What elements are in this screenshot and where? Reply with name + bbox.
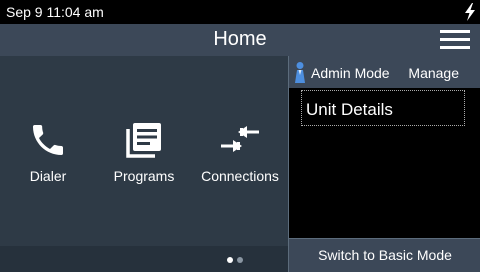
page-dot-active[interactable] [227,257,233,263]
connections-arrows-icon [221,126,259,152]
unit-details-item[interactable]: Unit Details [301,90,465,126]
switch-to-basic-mode-label: Switch to Basic Mode [318,247,452,263]
unit-details-label: Unit Details [306,100,393,119]
page-dot-inactive[interactable] [237,257,243,263]
admin-mode-panel: Admin Mode Manage Unit Details Switch to… [288,56,480,272]
connections-button[interactable]: Connections [195,120,285,184]
connections-label: Connections [201,168,279,184]
admin-mode-label: Admin Mode [311,65,390,81]
phone-icon [33,125,63,155]
admin-user-icon [295,62,305,83]
dialer-label: Dialer [29,168,67,184]
hamburger-menu-icon[interactable] [440,30,470,50]
header-bar: Home [0,24,480,56]
page-title: Home [213,28,267,50]
manage-button[interactable]: Manage [408,65,459,81]
programs-label: Programs [113,168,175,184]
charging-bolt-icon [465,3,475,21]
status-bar: Sep 9 11:04 am [0,0,480,24]
programs-list-icon [126,123,161,158]
programs-button[interactable]: Programs [99,120,189,184]
switch-to-basic-mode-button[interactable]: Switch to Basic Mode [289,238,480,272]
admin-panel-header: Admin Mode Manage [289,56,480,88]
status-time: Sep 9 11:04 am [6,4,104,20]
dialer-button[interactable]: Dialer [3,120,93,184]
